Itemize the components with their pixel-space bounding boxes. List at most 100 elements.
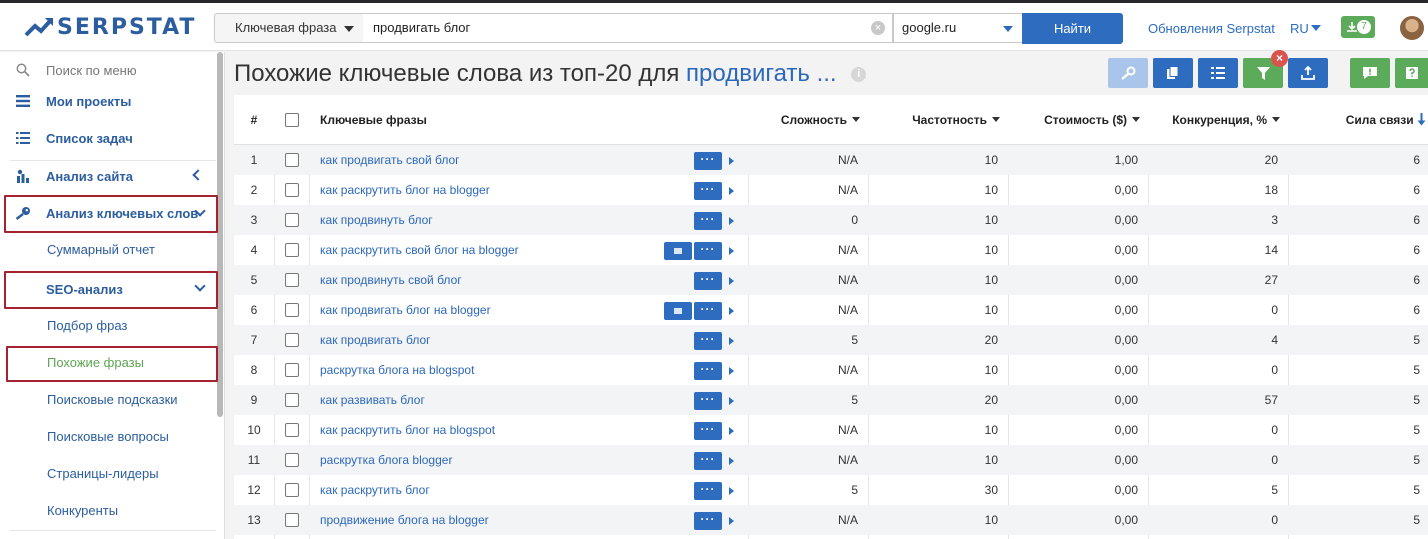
more-actions-button[interactable]: ···: [694, 272, 722, 290]
keyword-link[interactable]: как раскрутить свой блог на blogger: [320, 235, 519, 265]
columns-button[interactable]: [1198, 58, 1238, 88]
chevron-down-icon: [992, 117, 1000, 122]
more-actions-button[interactable]: ···: [694, 302, 722, 320]
row-checkbox[interactable]: [285, 243, 299, 257]
chevron-right-icon[interactable]: [729, 487, 734, 495]
row-number: 7: [250, 333, 258, 347]
sidebar-item-competitors[interactable]: Конкуренты: [0, 494, 216, 528]
keyword-link[interactable]: продвижение блога на blogger: [320, 505, 489, 535]
row-number: 11: [247, 453, 261, 467]
image-icon[interactable]: [664, 242, 692, 260]
row-checkbox[interactable]: [285, 333, 299, 347]
more-actions-button[interactable]: ···: [694, 362, 722, 380]
more-actions-button[interactable]: ···: [694, 392, 722, 410]
keyword-link[interactable]: как раскрутить блог на blogger: [320, 175, 490, 205]
row-checkbox[interactable]: [285, 453, 299, 467]
keyword-link[interactable]: как продвигать блог: [320, 325, 431, 355]
search-type-select[interactable]: Ключевая фраза: [214, 13, 364, 43]
key-button[interactable]: [1108, 58, 1148, 88]
chevron-right-icon[interactable]: [729, 277, 734, 285]
row-number: 9: [250, 393, 258, 407]
page-title-keyword[interactable]: продвигать ...: [686, 60, 837, 87]
more-actions-button[interactable]: ···: [694, 242, 722, 260]
language-select[interactable]: RU: [1290, 21, 1321, 36]
column-header-competition[interactable]: Конкуренция, %: [1154, 95, 1280, 145]
row-checkbox[interactable]: [285, 213, 299, 227]
sidebar-item-site-analysis[interactable]: Анализ сайта: [0, 158, 216, 194]
keyword-link[interactable]: раскрутка блога на blogspot: [320, 355, 474, 385]
sidebar-item-my-projects[interactable]: Мои проекты: [0, 83, 216, 119]
difficulty-value: 5: [851, 333, 858, 347]
more-actions-button[interactable]: ···: [694, 182, 722, 200]
sidebar-item-summary-report[interactable]: Суммарный отчет: [0, 233, 216, 267]
row-checkbox[interactable]: [285, 303, 299, 317]
column-header-difficulty[interactable]: Сложность: [754, 95, 860, 145]
search-input[interactable]: продвигать блог ×: [363, 13, 893, 43]
keyword-link[interactable]: раскрутка блога blogger: [320, 445, 452, 475]
find-button[interactable]: Найти: [1022, 13, 1123, 44]
row-checkbox[interactable]: [285, 153, 299, 167]
chevron-right-icon[interactable]: [729, 337, 734, 345]
row-checkbox[interactable]: [285, 483, 299, 497]
image-icon[interactable]: [664, 302, 692, 320]
feedback-button[interactable]: [1350, 58, 1390, 88]
row-number: 1: [250, 153, 258, 167]
keyword-link[interactable]: как продвинуть свой блог: [320, 265, 462, 295]
column-header-cost[interactable]: Стоимость ($): [1014, 95, 1140, 145]
more-actions-button[interactable]: ···: [694, 212, 722, 230]
frequency-value: 10: [984, 513, 998, 527]
filter-icon: [1256, 66, 1270, 80]
copy-button[interactable]: [1153, 58, 1193, 88]
more-actions-button[interactable]: ···: [694, 482, 722, 500]
keyword-link[interactable]: как продвинуть блог: [320, 205, 433, 235]
chevron-right-icon[interactable]: [729, 517, 734, 525]
sidebar-item-top-pages[interactable]: Страницы-лидеры: [0, 457, 216, 491]
more-actions-button[interactable]: ···: [694, 512, 722, 530]
keyword-link[interactable]: как продвигать свой блог: [320, 145, 460, 175]
chevron-right-icon[interactable]: [729, 217, 734, 225]
connection-value: 5: [1413, 423, 1420, 437]
row-checkbox[interactable]: [285, 183, 299, 197]
more-actions-button[interactable]: ···: [694, 332, 722, 350]
more-actions-button[interactable]: ···: [694, 422, 722, 440]
cost-value: 0,00: [1114, 333, 1138, 347]
close-icon[interactable]: ×: [1271, 50, 1288, 67]
column-header-frequency[interactable]: Частотность: [874, 95, 1000, 145]
avatar[interactable]: [1400, 16, 1424, 40]
row-checkbox[interactable]: [285, 513, 299, 527]
more-actions-button[interactable]: ···: [694, 152, 722, 170]
sidebar-item-task-list[interactable]: Список задач: [0, 120, 216, 156]
sidebar-item-phrase-selection[interactable]: Подбор фраз: [0, 309, 216, 343]
chevron-right-icon[interactable]: [729, 367, 734, 375]
select-all-checkbox[interactable]: [285, 113, 299, 127]
row-checkbox[interactable]: [285, 273, 299, 287]
more-actions-button[interactable]: ···: [694, 452, 722, 470]
chevron-right-icon[interactable]: [729, 247, 734, 255]
serpstat-logo[interactable]: SERPSTAT: [24, 15, 196, 40]
sidebar-item-search-questions[interactable]: Поисковые вопросы: [0, 420, 216, 454]
chevron-right-icon[interactable]: [729, 427, 734, 435]
keyword-link[interactable]: как продвигать блог на blogger: [320, 295, 491, 325]
updates-link[interactable]: Обновления Serpstat: [1148, 21, 1275, 36]
column-header-connection[interactable]: Сила связи: [1294, 95, 1428, 145]
keyword-link[interactable]: как развивать блог: [320, 385, 425, 415]
difficulty-value: N/A: [837, 153, 858, 167]
export-button[interactable]: [1288, 58, 1328, 88]
row-checkbox[interactable]: [285, 393, 299, 407]
chevron-right-icon[interactable]: [729, 457, 734, 465]
chevron-right-icon[interactable]: [729, 397, 734, 405]
info-icon[interactable]: i: [851, 67, 867, 83]
downloads-button[interactable]: 7: [1341, 16, 1375, 38]
chevron-right-icon[interactable]: [729, 187, 734, 195]
keyword-link[interactable]: как раскрутить блог: [320, 475, 430, 505]
competition-value: 20: [1264, 153, 1278, 167]
search-engine-select[interactable]: google.ru: [893, 13, 1023, 43]
row-checkbox[interactable]: [285, 423, 299, 437]
help-button[interactable]: [1395, 58, 1428, 88]
chevron-right-icon[interactable]: [729, 157, 734, 165]
chevron-right-icon[interactable]: [729, 307, 734, 315]
row-checkbox[interactable]: [285, 363, 299, 377]
keyword-link[interactable]: как раскрутить блог на blogspot: [320, 415, 495, 445]
clear-icon[interactable]: ×: [871, 21, 885, 35]
sidebar-item-search-suggestions[interactable]: Поисковые подсказки: [0, 383, 216, 417]
